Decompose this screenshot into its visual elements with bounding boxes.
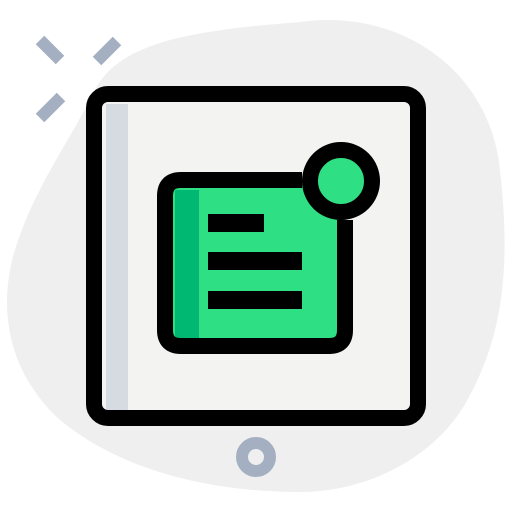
icon-canvas	[0, 0, 512, 512]
text-line-3	[208, 291, 302, 309]
tablet-notification-icon	[7, 20, 505, 492]
notification-badge-icon	[302, 142, 380, 220]
text-line-2	[208, 252, 302, 270]
text-line-1	[208, 214, 264, 232]
